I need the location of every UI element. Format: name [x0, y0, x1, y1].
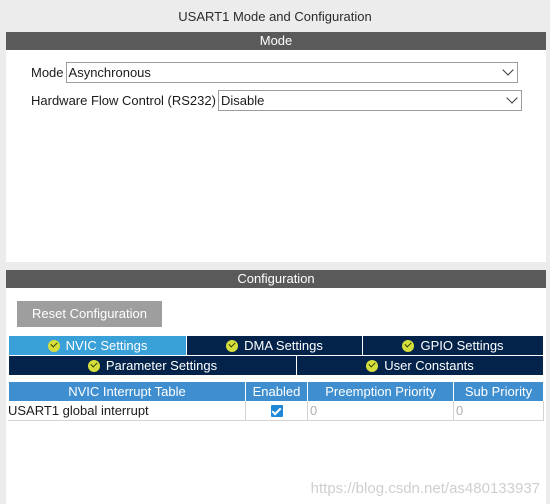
- watermark-text: https://blog.csdn.net/as480133937: [310, 480, 540, 497]
- tab-label: Parameter Settings: [105, 358, 218, 373]
- tab-label: User Constants: [384, 358, 474, 373]
- mode-panel: Mode Mode Asynchronous Hardware Flow Con…: [6, 32, 546, 262]
- sub-priority-cell[interactable]: 0: [454, 401, 544, 421]
- column-header-preemption-priority: Preemption Priority: [308, 382, 453, 401]
- check-circle-icon: [402, 339, 415, 352]
- mode-select-value: Asynchronous: [68, 64, 151, 80]
- chevron-down-icon: [501, 63, 514, 76]
- enabled-cell: [246, 401, 308, 421]
- column-header-sub-priority: Sub Priority: [454, 382, 543, 401]
- check-circle-icon: [366, 359, 379, 372]
- flow-control-row: Hardware Flow Control (RS232) Disable: [31, 89, 522, 111]
- tab-label: GPIO Settings: [420, 338, 504, 353]
- mode-select[interactable]: Asynchronous: [65, 61, 518, 83]
- tab-dma-settings[interactable]: DMA Settings: [187, 336, 362, 355]
- tab-label: NVIC Settings: [65, 338, 148, 353]
- tab-nvic-settings[interactable]: NVIC Settings: [9, 336, 186, 355]
- check-circle-icon: [47, 339, 60, 352]
- enabled-checkbox[interactable]: [271, 405, 283, 417]
- column-header-nvic-interrupt-table: NVIC Interrupt Table: [9, 382, 245, 401]
- flow-control-label: Hardware Flow Control (RS232): [31, 92, 216, 108]
- column-header-enabled: Enabled: [246, 382, 307, 401]
- reset-configuration-button[interactable]: Reset Configuration: [17, 301, 162, 327]
- flow-control-select[interactable]: Disable: [217, 89, 522, 111]
- tab-gpio-settings[interactable]: GPIO Settings: [363, 336, 543, 355]
- configuration-panel: Configuration Reset Configuration NVIC S…: [6, 270, 546, 504]
- tab-label: DMA Settings: [244, 338, 323, 353]
- mode-row: Mode Asynchronous: [31, 61, 518, 83]
- check-circle-icon: [87, 359, 100, 372]
- mode-label: Mode: [31, 64, 64, 80]
- chevron-down-icon: [506, 91, 518, 104]
- interrupt-name-cell: USART1 global interrupt: [8, 401, 246, 421]
- preemption-priority-cell[interactable]: 0: [308, 401, 454, 421]
- window-title: USART1 Mode and Configuration: [178, 9, 372, 24]
- mode-section-header: Mode: [6, 32, 546, 50]
- flow-control-select-value: Disable: [220, 92, 265, 108]
- tab-user-constants[interactable]: User Constants: [297, 356, 543, 375]
- check-circle-icon: [226, 339, 239, 352]
- tab-parameter-settings[interactable]: Parameter Settings: [9, 356, 296, 375]
- configuration-section-header: Configuration: [6, 270, 546, 288]
